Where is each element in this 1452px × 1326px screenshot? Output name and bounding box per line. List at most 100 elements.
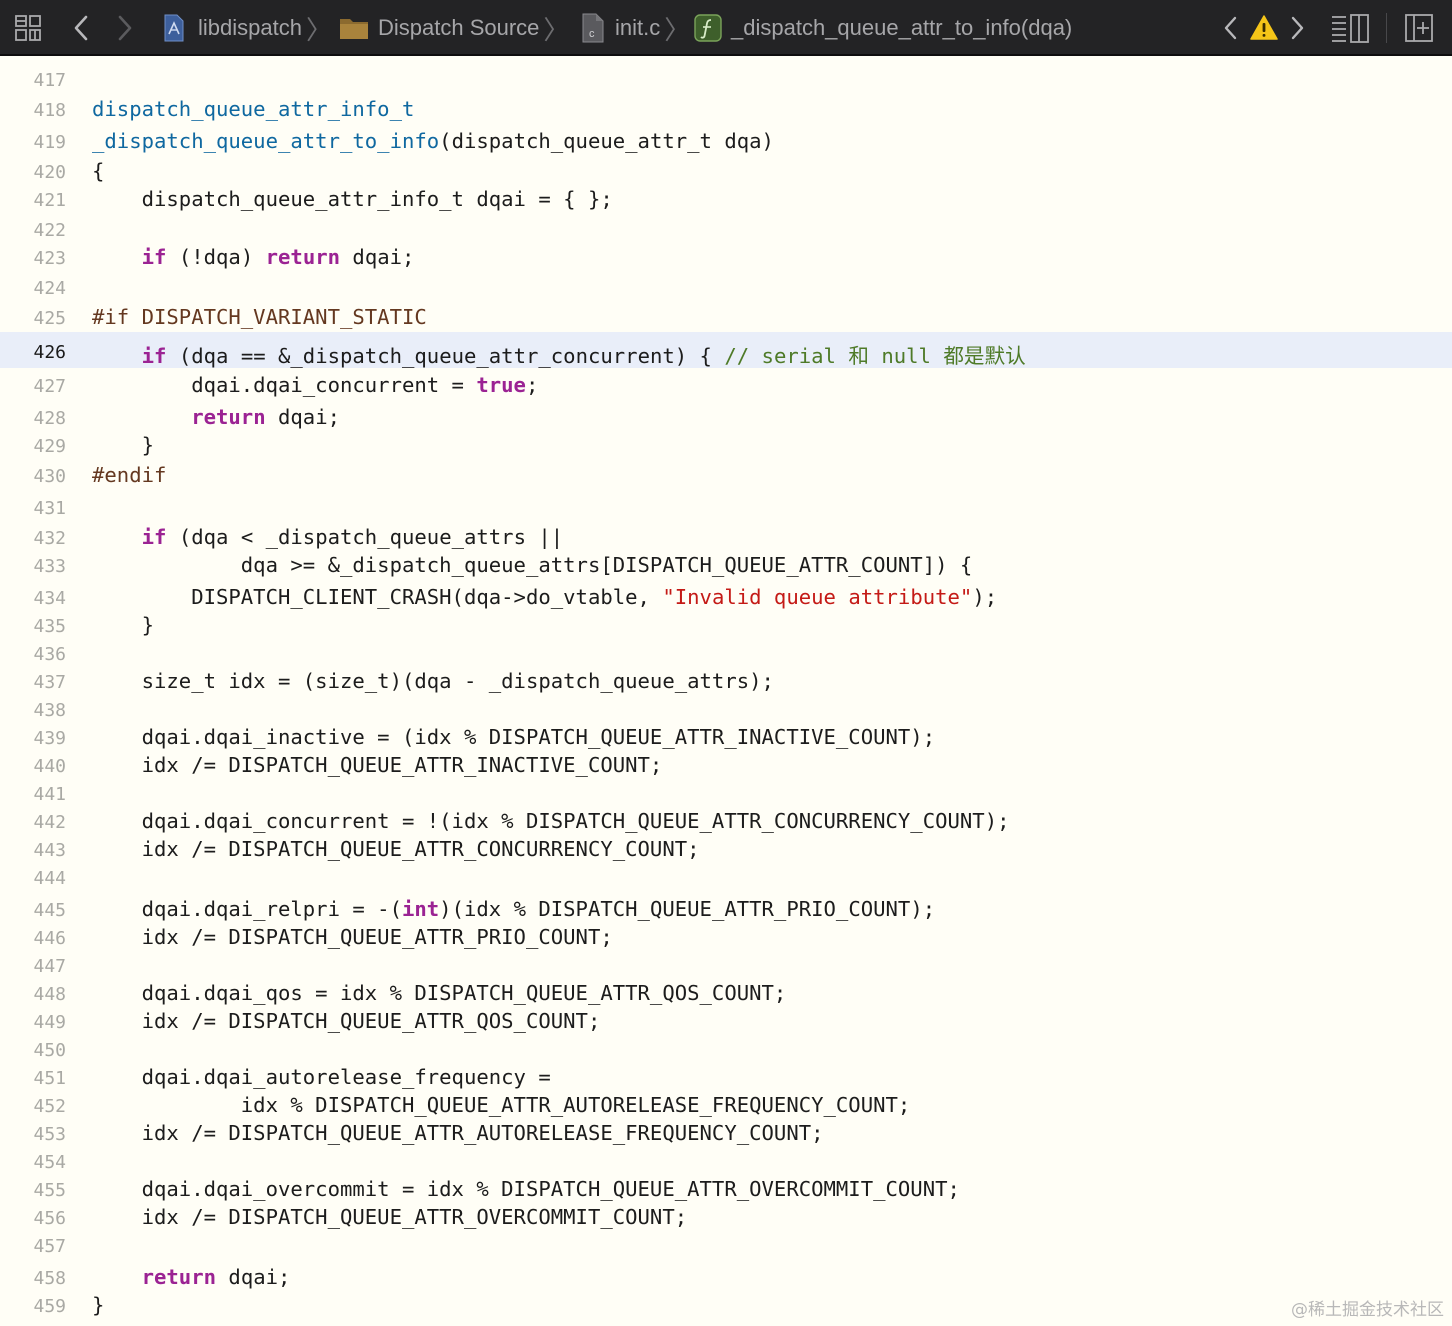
line-number: 435	[33, 616, 66, 637]
code-line[interactable]: 436	[0, 640, 1452, 670]
code-line[interactable]: 430 #endif	[0, 462, 1452, 492]
code-line[interactable]: 423 if (!dqa) return dqai;	[0, 244, 1452, 274]
code-line[interactable]: 424	[0, 274, 1452, 304]
code-line[interactable]: 454	[0, 1148, 1452, 1178]
code-token-plain: size_t idx = (size_t)(dqa - _dispatch_qu…	[92, 669, 774, 693]
breadcrumb-function[interactable]: _dispatch_queue_attr_to_info(dqa)	[694, 0, 1072, 56]
code-line[interactable]: 455 dqai.dqai_overcommit = idx % DISPATC…	[0, 1176, 1452, 1206]
line-number: 458	[33, 1268, 66, 1289]
line-number: 453	[33, 1124, 66, 1145]
code-line[interactable]: 453 idx /= DISPATCH_QUEUE_ATTR_AUTORELEA…	[0, 1120, 1452, 1150]
code-line[interactable]: 439 dqai.dqai_inactive = (idx % DISPATCH…	[0, 724, 1452, 754]
code-line[interactable]: 437 size_t idx = (size_t)(dqa - _dispatc…	[0, 668, 1452, 698]
code-line[interactable]: 434 DISPATCH_CLIENT_CRASH(dqa->do_vtable…	[0, 584, 1452, 614]
line-number: 425	[33, 308, 66, 329]
code-line[interactable]: 448 dqai.dqai_qos = idx % DISPATCH_QUEUE…	[0, 980, 1452, 1010]
code-token-function: dispatch_queue_attr_info_t	[92, 97, 415, 121]
code-line[interactable]: 426 if (dqa == &_dispatch_queue_attr_con…	[0, 332, 1452, 368]
line-number: 448	[33, 984, 66, 1005]
code-text: idx /= DISPATCH_QUEUE_ATTR_PRIO_COUNT;	[92, 925, 613, 949]
code-line[interactable]: 422	[0, 216, 1452, 246]
next-issue-icon[interactable]	[1288, 0, 1306, 56]
code-token-string: "Invalid queue attribute"	[662, 585, 973, 609]
code-line[interactable]: 457	[0, 1232, 1452, 1262]
code-line[interactable]: 429 }	[0, 432, 1452, 462]
code-line[interactable]: 441	[0, 780, 1452, 810]
code-line[interactable]: 449 idx /= DISPATCH_QUEUE_ATTR_QOS_COUNT…	[0, 1008, 1452, 1038]
code-token-plain: idx /= DISPATCH_QUEUE_ATTR_AUTORELEASE_F…	[92, 1121, 824, 1145]
code-text: dqai.dqai_concurrent = true;	[92, 373, 538, 397]
breadcrumb-project[interactable]: libdispatch 〉	[162, 0, 332, 56]
code-line[interactable]: 417	[0, 66, 1452, 96]
code-text: dqai.dqai_qos = idx % DISPATCH_QUEUE_ATT…	[92, 981, 787, 1005]
code-text: idx /= DISPATCH_QUEUE_ATTR_AUTORELEASE_F…	[92, 1121, 824, 1145]
code-line[interactable]: 440 idx /= DISPATCH_QUEUE_ATTR_INACTIVE_…	[0, 752, 1452, 782]
code-line[interactable]: 418 dispatch_queue_attr_info_t	[0, 96, 1452, 126]
code-text: idx % DISPATCH_QUEUE_ATTR_AUTORELEASE_FR…	[92, 1093, 911, 1117]
line-number: 433	[33, 556, 66, 577]
code-token-plain: (dqa == &_dispatch_queue_attr_concurrent…	[166, 344, 725, 368]
code-line[interactable]: 420 {	[0, 158, 1452, 188]
breadcrumb-label: Dispatch Source	[378, 15, 540, 40]
code-line[interactable]: 433 dqa >= &_dispatch_queue_attrs[DISPAT…	[0, 552, 1452, 582]
code-text: }	[92, 613, 154, 637]
back-arrow-icon[interactable]	[72, 0, 90, 56]
line-number: 445	[33, 900, 66, 921]
code-line[interactable]: 421 dispatch_queue_attr_info_t dqai = { …	[0, 186, 1452, 216]
code-line[interactable]: 456 idx /= DISPATCH_QUEUE_ATTR_OVERCOMMI…	[0, 1204, 1452, 1234]
code-token-keyword: return	[265, 245, 341, 269]
code-line[interactable]: 442 dqai.dqai_concurrent = !(idx % DISPA…	[0, 808, 1452, 838]
line-number: 427	[33, 376, 66, 397]
previous-issue-icon[interactable]	[1222, 0, 1240, 56]
add-editor-icon[interactable]	[1404, 0, 1434, 56]
code-line[interactable]: 443 idx /= DISPATCH_QUEUE_ATTR_CONCURREN…	[0, 836, 1452, 866]
code-line[interactable]: 447	[0, 952, 1452, 982]
code-token-plain: idx /= DISPATCH_QUEUE_ATTR_OVERCOMMIT_CO…	[92, 1205, 688, 1229]
code-line[interactable]: 435 }	[0, 612, 1452, 642]
code-text: dqai.dqai_concurrent = !(idx % DISPATCH_…	[92, 809, 1010, 833]
code-text: if (dqa == &_dispatch_queue_attr_concurr…	[92, 339, 1026, 369]
forward-arrow-icon[interactable]	[116, 0, 134, 56]
code-token-plain: dqai.dqai_qos = idx % DISPATCH_QUEUE_ATT…	[92, 981, 787, 1005]
line-number: 443	[33, 840, 66, 861]
code-line[interactable]: 450	[0, 1036, 1452, 1066]
code-line[interactable]: 458 return dqai;	[0, 1264, 1452, 1294]
code-line[interactable]: 427 dqai.dqai_concurrent = true;	[0, 372, 1452, 402]
code-token-plain: idx /= DISPATCH_QUEUE_ATTR_QOS_COUNT;	[92, 1009, 601, 1033]
code-token-keyword: int	[401, 897, 440, 921]
code-token-plain: {	[92, 159, 105, 183]
line-number: 429	[33, 436, 66, 457]
line-number: 451	[33, 1068, 66, 1089]
code-line[interactable]: 444	[0, 864, 1452, 894]
code-line[interactable]: 431	[0, 494, 1452, 524]
line-number: 446	[33, 928, 66, 949]
code-token-keyword: if	[141, 245, 167, 269]
related-items-grid-icon[interactable]	[14, 0, 42, 56]
source-editor[interactable]: 417 418 dispatch_queue_attr_info_t 419 _disp…	[0, 58, 1452, 1326]
code-line[interactable]: 451 dqai.dqai_autorelease_frequency =	[0, 1064, 1452, 1094]
breadcrumb-folder[interactable]: Dispatch Source 〉	[339, 0, 569, 56]
line-number: 417	[33, 70, 66, 91]
code-line[interactable]: 425 #if DISPATCH_VARIANT_STATIC	[0, 304, 1452, 334]
code-token-plain: dqai.dqai_autorelease_frequency =	[92, 1065, 551, 1089]
code-line[interactable]: 428 return dqai;	[0, 404, 1452, 434]
code-token-plain: (dqa < _dispatch_queue_attrs ||	[166, 525, 564, 549]
code-line[interactable]: 432 if (dqa < _dispatch_queue_attrs ||	[0, 524, 1452, 554]
code-line[interactable]: 446 idx /= DISPATCH_QUEUE_ATTR_PRIO_COUN…	[0, 924, 1452, 954]
code-line[interactable]: 419 _dispatch_queue_attr_to_info(dispatch…	[0, 128, 1452, 158]
code-text: if (dqa < _dispatch_queue_attrs ||	[92, 525, 564, 549]
line-number: 442	[33, 812, 66, 833]
warning-icon[interactable]	[1250, 0, 1278, 56]
editor-options-icon[interactable]	[1330, 0, 1370, 56]
breadcrumb-file[interactable]: c init.c 〉	[581, 0, 690, 56]
code-text: }	[92, 433, 154, 457]
line-number: 423	[33, 248, 66, 269]
code-line[interactable]: 445 dqai.dqai_relpri = -(int)(idx % DISP…	[0, 896, 1452, 926]
code-line[interactable]: 459}	[0, 1292, 1452, 1322]
code-line[interactable]: 452 idx % DISPATCH_QUEUE_ATTR_AUTORELEAS…	[0, 1092, 1452, 1122]
line-number: 422	[33, 220, 66, 241]
code-line[interactable]: 438	[0, 696, 1452, 726]
code-text: dqai.dqai_relpri = -(int)(idx % DISPATCH…	[92, 897, 936, 921]
